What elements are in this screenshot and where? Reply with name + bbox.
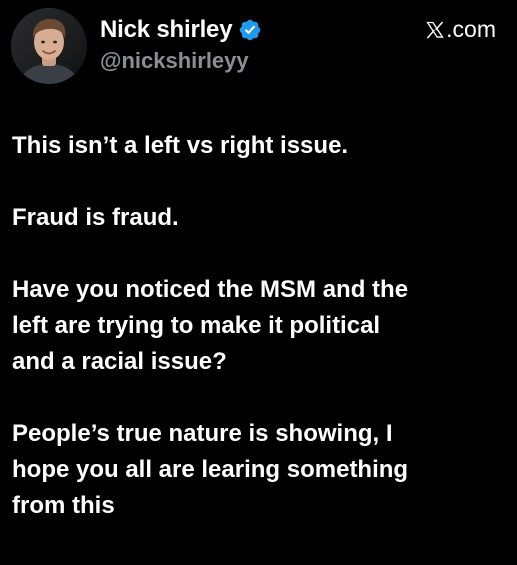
post-paragraph: Fraud is fraud. xyxy=(12,204,179,231)
source-domain: .com xyxy=(446,16,496,42)
avatar-image xyxy=(11,8,87,84)
post-header: Nick shirley @nickshirleyy .com xyxy=(0,0,517,100)
avatar[interactable] xyxy=(11,8,87,84)
post-body: This isn’t a left vs right issue. Fraud … xyxy=(12,128,507,524)
author-name-row: Nick shirley xyxy=(100,14,262,46)
x-logo-icon xyxy=(426,20,444,39)
author-handle[interactable]: @nickshirleyy xyxy=(100,48,249,74)
post-paragraph: Have you noticed the MSM and the left ar… xyxy=(12,276,409,375)
post-paragraph: People’s true nature is showing, I hope … xyxy=(12,420,409,519)
author-display-name[interactable]: Nick shirley xyxy=(100,16,233,44)
post-paragraph: This isn’t a left vs right issue. xyxy=(12,132,349,159)
source-label: .com xyxy=(425,16,496,43)
verified-badge-icon xyxy=(240,19,261,41)
